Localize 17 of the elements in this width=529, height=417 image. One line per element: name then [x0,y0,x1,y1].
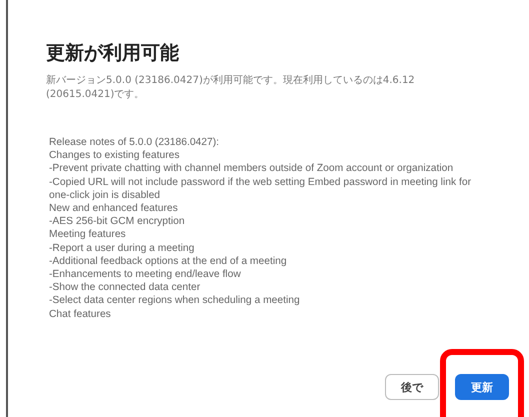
release-note-line: -Enhancements to meeting end/leave flow [49,268,242,282]
release-note-line: -Additional feedback options at the end of a meeting [49,254,288,268]
update-message: 新バージョン5.0.0 (23186.0427)が利用可能です。現在利用しているのは4.6.12 (20615.0421)です。 [46,74,416,102]
update-button[interactable]: 更新 [455,374,509,400]
release-note-line: -Prevent private chatting with channel members outside of Zoom account or organization [49,162,454,176]
release-note-line: -Show the connected data center [49,281,202,294]
later-button[interactable]: 後で [385,374,439,400]
release-note-line: Meeting features [49,228,127,242]
release-note-line: -AES 256-bit GCM encryption [49,215,186,228]
release-note-line: -Report a user during a meeting [49,242,196,255]
release-note-line: New and enhanced features [49,202,179,216]
release-note-line: Changes to existing features [49,149,181,162]
release-note-line: -Copied URL will not include password if the web setting Embed password in meeting link for one-click join is disabled [49,176,472,202]
release-note-line: Chat features [49,308,112,321]
release-note-line: -Select data center regions when scheduling a meeting [49,294,301,308]
dialog-title: 更新が利用可能 [46,41,180,66]
release-note-line: Release notes of 5.0.0 (23186.0427): [49,136,220,150]
